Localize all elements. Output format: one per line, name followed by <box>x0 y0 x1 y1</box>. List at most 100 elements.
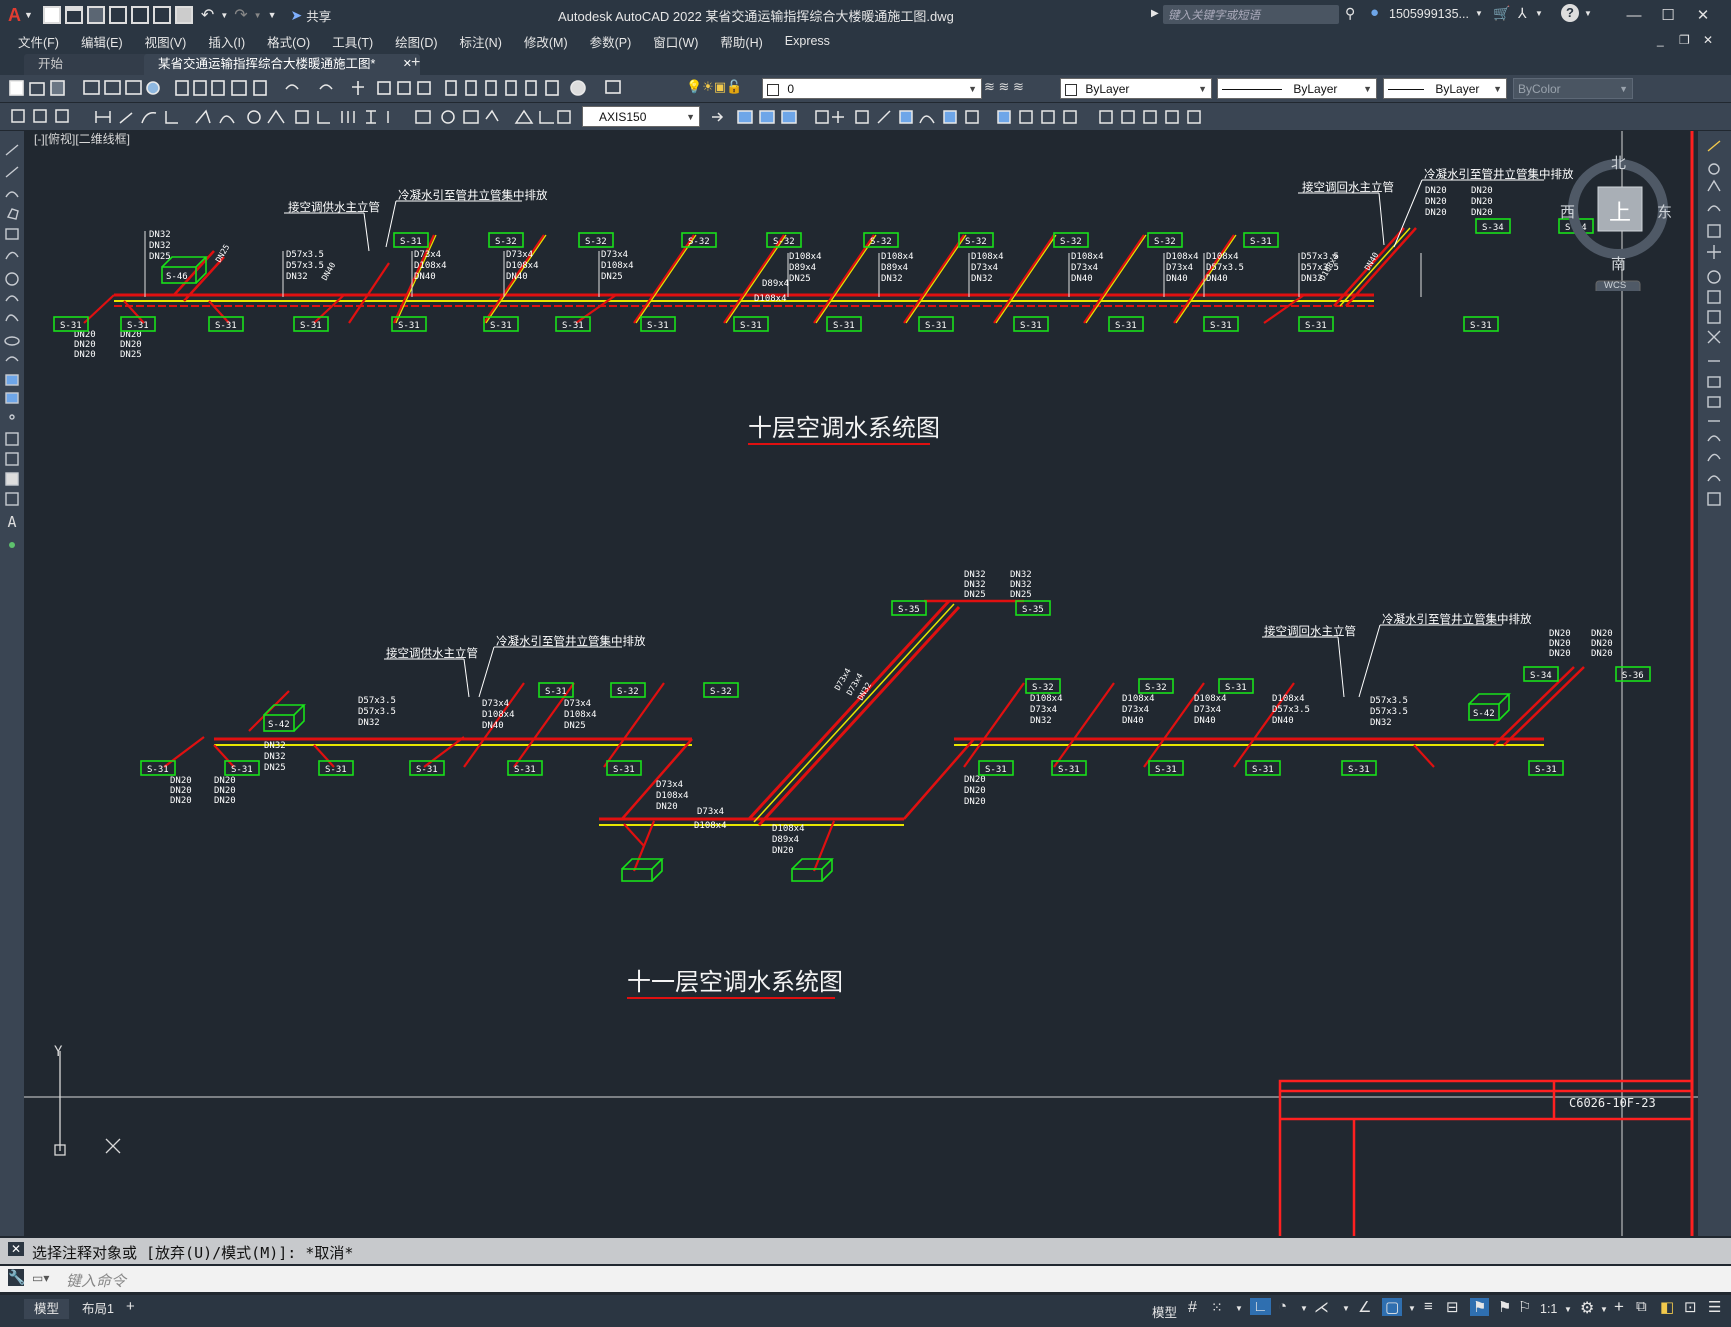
polar-icon[interactable]: ◔ <box>1278 1298 1287 1315</box>
dimstyle-dropdown[interactable]: AXIS150 ▼ <box>582 106 700 127</box>
workspace-dropdown-icon[interactable]: ▼ <box>1600 1305 1608 1314</box>
layout-tab-model[interactable]: 模型 <box>24 1299 70 1319</box>
menu-express[interactable]: Express <box>774 34 841 48</box>
annotation-visibility-icon[interactable]: ⚑ <box>1498 1298 1511 1316</box>
modify-toolbar-icons[interactable] <box>706 103 1206 130</box>
menu-format[interactable]: 格式(O) <box>256 32 321 51</box>
drawing-canvas[interactable]: [-][俯视][二维线框] DN40 DN40 D108x4 DN25 DN32… <box>24 131 1698 1236</box>
new-icon[interactable] <box>42 6 61 24</box>
workspace-gear-icon[interactable]: ⚙ <box>1580 1298 1594 1318</box>
menu-file[interactable]: 文件(F) <box>7 32 70 51</box>
customize-qat-icon[interactable]: ▼ <box>268 10 277 20</box>
linetype-dropdown[interactable]: ByLayer ▼ <box>1217 78 1377 99</box>
menu-dimension[interactable]: 标注(N) <box>449 32 513 51</box>
wcs-dropdown[interactable]: WCS <box>1604 280 1626 291</box>
redo-icon[interactable]: ↷ <box>234 5 247 25</box>
isolate-icon[interactable]: ◧ <box>1660 1298 1674 1316</box>
osnap-icon[interactable]: ▢ <box>1382 1298 1403 1316</box>
undo-dropdown-icon[interactable]: ▼ <box>220 11 228 20</box>
color-dropdown[interactable]: ByLayer ▼ <box>1060 78 1212 99</box>
lineweight-icon[interactable]: ≡ <box>1424 1298 1433 1315</box>
search-expand-icon[interactable]: ▶ <box>1151 8 1159 19</box>
open-icon[interactable] <box>64 6 83 24</box>
lineweight-dropdown[interactable]: ByLayer ▼ <box>1383 78 1507 99</box>
plus-icon[interactable]: + <box>1614 1297 1624 1317</box>
viewcube-top-face[interactable]: 上 <box>1609 195 1631 227</box>
autodesk-app-icon[interactable]: ⅄ <box>1518 5 1527 22</box>
layout-tab-1[interactable]: 布局1 <box>74 1299 122 1319</box>
menu-modify[interactable]: 修改(M) <box>513 32 579 51</box>
units-icon[interactable]: ⧉ <box>1636 1298 1647 1315</box>
model-space-button[interactable]: 模型 <box>1152 1302 1177 1321</box>
close-window-icon[interactable]: ✕ <box>1690 2 1716 28</box>
snap-icon[interactable]: ⁙ <box>1211 1299 1223 1316</box>
menu-tools[interactable]: 工具(T) <box>321 32 384 51</box>
menu-insert[interactable]: 插入(I) <box>197 32 256 51</box>
draw-tools-icons[interactable]: A <box>0 131 24 591</box>
search-box[interactable]: 键入关键字或短语 <box>1163 5 1339 24</box>
menu-parametric[interactable]: 参数(P) <box>579 32 643 51</box>
polar-dropdown-icon[interactable]: ▼ <box>1300 1304 1308 1313</box>
menu-help[interactable]: 帮助(H) <box>709 32 773 51</box>
annotation-scale-icon[interactable]: ⚑ <box>1470 1298 1490 1316</box>
app-menu-button[interactable]: A <box>8 5 21 26</box>
viewcube-west[interactable]: 西 <box>1560 201 1575 222</box>
undo-icon[interactable]: ↶ <box>201 5 214 25</box>
user-dropdown-icon[interactable]: ▼ <box>1475 9 1483 18</box>
maximize-window-icon[interactable]: ☐ <box>1655 2 1681 28</box>
save-web-icon[interactable] <box>152 6 171 24</box>
doc-close-icon[interactable]: ✕ <box>1703 33 1713 47</box>
help-dropdown-icon[interactable]: ▼ <box>1584 9 1592 18</box>
snap-dropdown-icon[interactable]: ▼ <box>1235 1304 1243 1313</box>
tab-drawing[interactable]: 某省交通运输指挥综合大楼暖通施工图* ✕ <box>144 54 420 75</box>
modify-palette-icons[interactable] <box>1698 131 1731 531</box>
share-button[interactable]: 共享 <box>306 6 331 25</box>
doc-minimize-icon[interactable]: _ <box>1657 33 1664 47</box>
scale-dropdown-icon[interactable]: ▼ <box>1564 1305 1572 1314</box>
doc-restore-icon[interactable]: ❐ <box>1679 33 1690 47</box>
share-icon[interactable]: ➤ <box>291 7 303 24</box>
user-name[interactable]: 1505999135... <box>1389 7 1469 21</box>
hardware-accel-icon[interactable]: ⊡ <box>1684 1298 1697 1316</box>
add-layout-button[interactable]: + <box>126 1298 135 1315</box>
command-input[interactable]: 键入命令 <box>66 1270 126 1291</box>
annotation-scale-value[interactable]: 1:1 <box>1540 1302 1557 1316</box>
command-recent-icon[interactable]: ▭▾ <box>32 1271 49 1285</box>
app-menu-caret-icon[interactable]: ▼ <box>24 10 33 20</box>
transparency-icon[interactable]: ⊟ <box>1446 1298 1459 1316</box>
plot-icon[interactable] <box>174 6 193 24</box>
osnap-dropdown-icon[interactable]: ▼ <box>1408 1304 1416 1313</box>
minimize-window-icon[interactable]: — <box>1621 2 1647 28</box>
grid-icon[interactable]: # <box>1188 1299 1197 1317</box>
save-as-icon[interactable] <box>108 6 127 24</box>
search-input[interactable]: 键入关键字或短语 <box>1168 7 1260 23</box>
plotstyle-dropdown[interactable]: ByColor ▼ <box>1513 78 1633 99</box>
isodraft-icon[interactable]: ⋌ <box>1314 1298 1329 1316</box>
menu-window[interactable]: 窗口(W) <box>642 32 709 51</box>
app-dropdown-icon[interactable]: ▼ <box>1535 9 1543 18</box>
tab-start[interactable]: 开始 <box>24 54 152 75</box>
cart-icon[interactable]: 🛒 <box>1493 5 1510 22</box>
menu-view[interactable]: 视图(V) <box>134 32 198 51</box>
command-close-icon[interactable]: ✕ <box>8 1242 24 1256</box>
menu-draw[interactable]: 绘图(D) <box>384 32 448 51</box>
viewcube-north[interactable]: 北 <box>1611 152 1626 173</box>
new-tab-button[interactable]: + <box>411 54 420 72</box>
customize-status-icon[interactable]: ☰ <box>1708 1298 1721 1316</box>
viewcube[interactable]: 北 南 东 西 上 WCS <box>1558 151 1678 296</box>
menu-edit[interactable]: 编辑(E) <box>70 32 134 51</box>
dimension-toolbar-icons[interactable] <box>6 103 576 130</box>
help-icon[interactable]: ? <box>1561 4 1579 22</box>
layer-dropdown[interactable]: 0 ▼ <box>762 78 982 99</box>
command-options-icon[interactable]: 🔧 <box>8 1269 25 1286</box>
standard-toolbar-icons[interactable] <box>6 75 666 102</box>
otrack-icon[interactable]: ∠ <box>1358 1298 1371 1316</box>
ortho-icon[interactable]: ∟ <box>1250 1298 1271 1315</box>
search-icon[interactable]: ⚲ <box>1345 5 1355 22</box>
user-icon[interactable]: ● <box>1370 4 1379 21</box>
annotation-auto-icon[interactable]: ⚐ <box>1518 1298 1531 1316</box>
layer-tools-icons[interactable]: ≋ ≋ ≋ <box>984 79 1024 95</box>
open-web-icon[interactable] <box>130 6 149 24</box>
isodraft-dropdown-icon[interactable]: ▼ <box>1342 1304 1350 1313</box>
viewcube-east[interactable]: 东 <box>1657 201 1672 222</box>
